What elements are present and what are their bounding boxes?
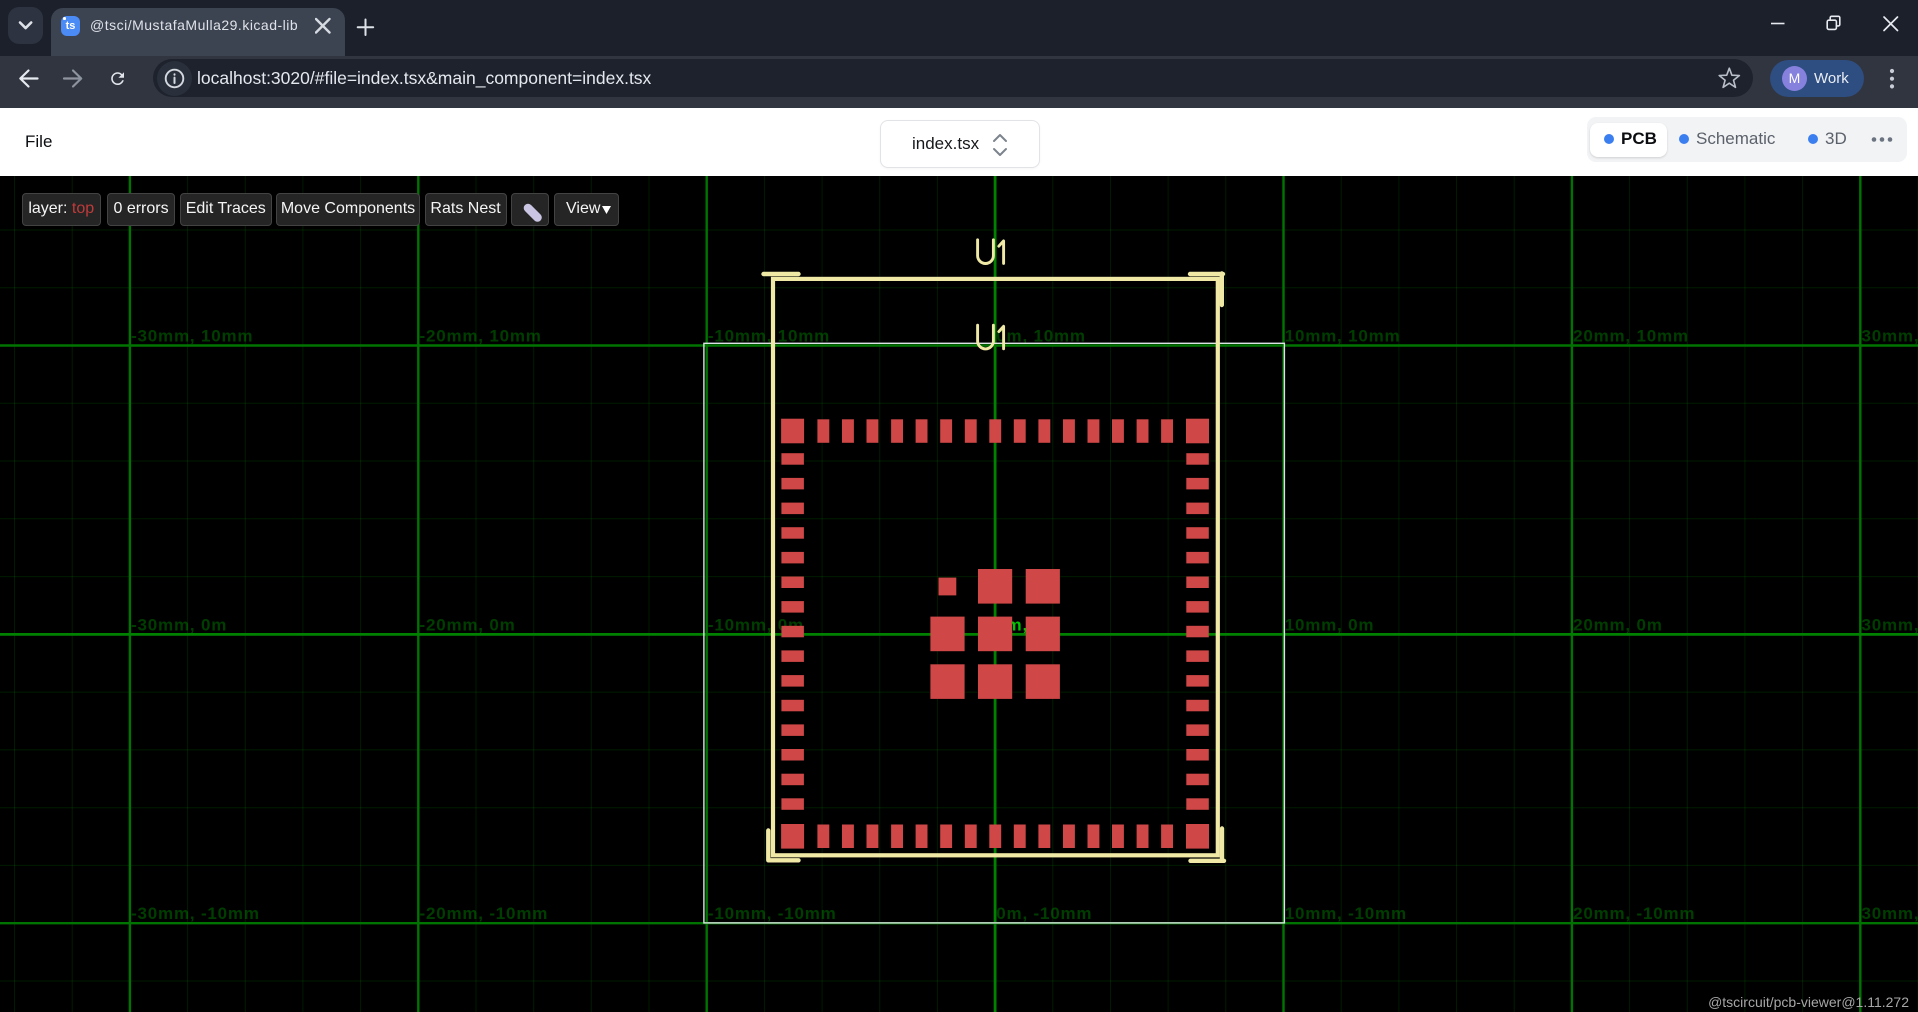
svg-text:-10mm, -10mm: -10mm, -10mm	[708, 904, 837, 923]
svg-text:-20mm, 0m: -20mm, 0m	[420, 615, 516, 634]
svg-text:20mm, 10mm: 20mm, 10mm	[1573, 327, 1689, 346]
svg-text:-30mm, 0m: -30mm, 0m	[131, 615, 227, 634]
svg-text:10mm, 10mm: 10mm, 10mm	[1285, 327, 1401, 346]
svg-text:-20mm, 10mm: -20mm, 10mm	[420, 327, 542, 346]
svg-text:30mm, -10mm: 30mm, -10mm	[1862, 904, 1918, 923]
svg-text:-20mm, -10mm: -20mm, -10mm	[420, 904, 549, 923]
svg-text:20mm, 0m: 20mm, 0m	[1573, 615, 1663, 634]
svg-text:-30mm, 10mm: -30mm, 10mm	[131, 327, 253, 346]
svg-text:30mm, 0m: 30mm, 0m	[1862, 615, 1918, 634]
svg-text:10mm, -10mm: 10mm, -10mm	[1285, 904, 1407, 923]
svg-text:30mm, 10mm: 30mm, 10mm	[1862, 327, 1918, 346]
svg-text:-30mm, -10mm: -30mm, -10mm	[131, 904, 260, 923]
svg-text:10mm, 0m: 10mm, 0m	[1285, 615, 1375, 634]
svg-text:20mm, -10mm: 20mm, -10mm	[1573, 904, 1695, 923]
svg-text:0m, -10mm: 0m, -10mm	[996, 904, 1092, 923]
